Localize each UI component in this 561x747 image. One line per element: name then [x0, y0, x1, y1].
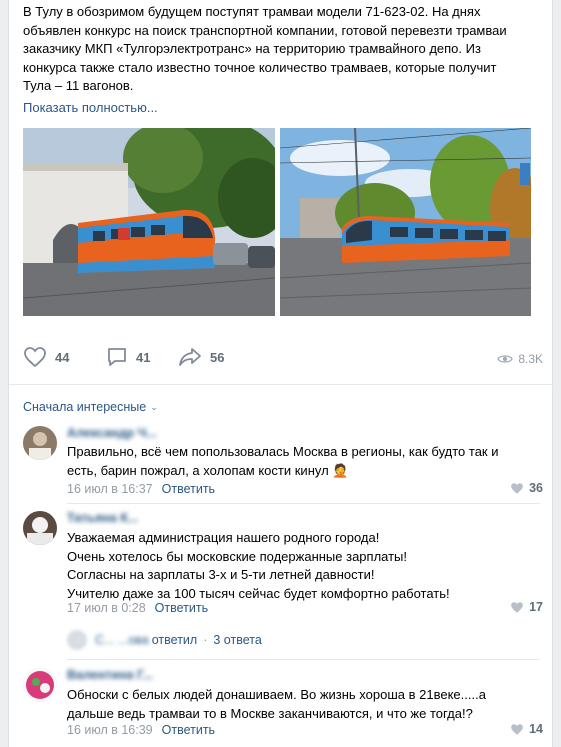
user-avatar-icon	[23, 426, 57, 460]
replied-by: С... ...ова	[95, 633, 149, 647]
replies-count: 3 ответа	[213, 633, 262, 647]
comment-text: Правильно, всё чем попользовалась Москва…	[67, 444, 499, 478]
comment-author[interactable]: Татьяна К...	[67, 511, 138, 525]
comment-like-count: 36	[529, 481, 543, 495]
like-button[interactable]: 44	[23, 346, 69, 368]
comment-like-count: 14	[529, 722, 543, 736]
heart-icon	[511, 601, 523, 613]
avatar[interactable]	[23, 426, 57, 460]
post-photo-1[interactable]	[23, 128, 275, 316]
share-icon	[179, 348, 201, 366]
heart-icon	[24, 347, 46, 368]
view-counter: 8.3K	[497, 352, 543, 366]
heart-icon	[511, 723, 523, 735]
post-body: В Тулу в обозримом будущем поступят трам…	[23, 4, 507, 94]
heart-icon	[511, 482, 523, 494]
comment-date[interactable]: 16 июл в 16:39	[67, 723, 153, 737]
comment-like-button[interactable]: 17	[510, 600, 543, 614]
share-button[interactable]: 56	[178, 346, 224, 368]
comment-date[interactable]: 16 июл в 16:37	[67, 482, 153, 496]
avatar[interactable]	[23, 511, 57, 545]
divider	[9, 384, 554, 385]
replied-label: ответил	[151, 633, 198, 647]
comment-date[interactable]: 17 июл в 0:28	[67, 601, 146, 615]
user-avatar-icon	[23, 668, 57, 702]
separator-dot: ·	[203, 633, 208, 647]
avatar[interactable]	[23, 668, 57, 702]
comment-like-count: 17	[529, 600, 543, 614]
reply-button[interactable]: Ответить	[162, 482, 215, 496]
comment-author[interactable]: Александр Ч...	[67, 426, 157, 440]
chevron-down-icon: ⌄	[150, 401, 158, 412]
reply-button[interactable]: Ответить	[155, 601, 208, 615]
divider	[67, 659, 540, 660]
comment-meta: 16 июл в 16:39 Ответить	[67, 723, 215, 737]
post-actions: 44 41 56 8.3K	[23, 346, 543, 376]
tram-photo-icon	[23, 128, 275, 316]
post-card: В Тулу в обозримом будущем поступят трам…	[8, 0, 554, 747]
comment-sort-dropdown[interactable]: Сначала интересные ⌄	[23, 400, 158, 414]
comment-like-button[interactable]: 14	[510, 722, 543, 736]
comment-like-button[interactable]: 36	[510, 481, 543, 495]
comment-icon	[108, 348, 126, 366]
comment-button[interactable]: 41	[106, 346, 150, 368]
comment-meta: 17 июл в 0:28 Ответить	[67, 601, 208, 615]
view-count: 8.3K	[518, 352, 543, 366]
like-count: 44	[55, 349, 70, 365]
share-count: 56	[210, 349, 225, 365]
comment-count: 41	[136, 349, 151, 365]
sort-label: Сначала интересные	[23, 400, 147, 414]
replies-thread-link[interactable]: С... ...ова ответил · 3 ответа	[67, 630, 262, 650]
eye-icon	[497, 355, 514, 363]
post-text: В Тулу в обозримом будущем поступят трам…	[23, 3, 543, 96]
show-more-link[interactable]: Показать полностью...	[23, 100, 158, 115]
divider	[67, 503, 540, 504]
user-avatar-icon	[23, 511, 57, 545]
comment-meta: 16 июл в 16:37 Ответить	[67, 482, 215, 496]
tram-photo-icon	[280, 128, 531, 316]
reply-button[interactable]: Ответить	[162, 723, 215, 737]
comment-text: Обноски с белых людей донашиваем. Во жиз…	[67, 687, 486, 721]
reply-avatar	[67, 630, 87, 650]
comment-author[interactable]: Валентина Г...	[67, 668, 153, 682]
comment-text: Уважаемая администрация нашего родного г…	[67, 530, 450, 601]
post-photo-2[interactable]	[280, 128, 531, 316]
